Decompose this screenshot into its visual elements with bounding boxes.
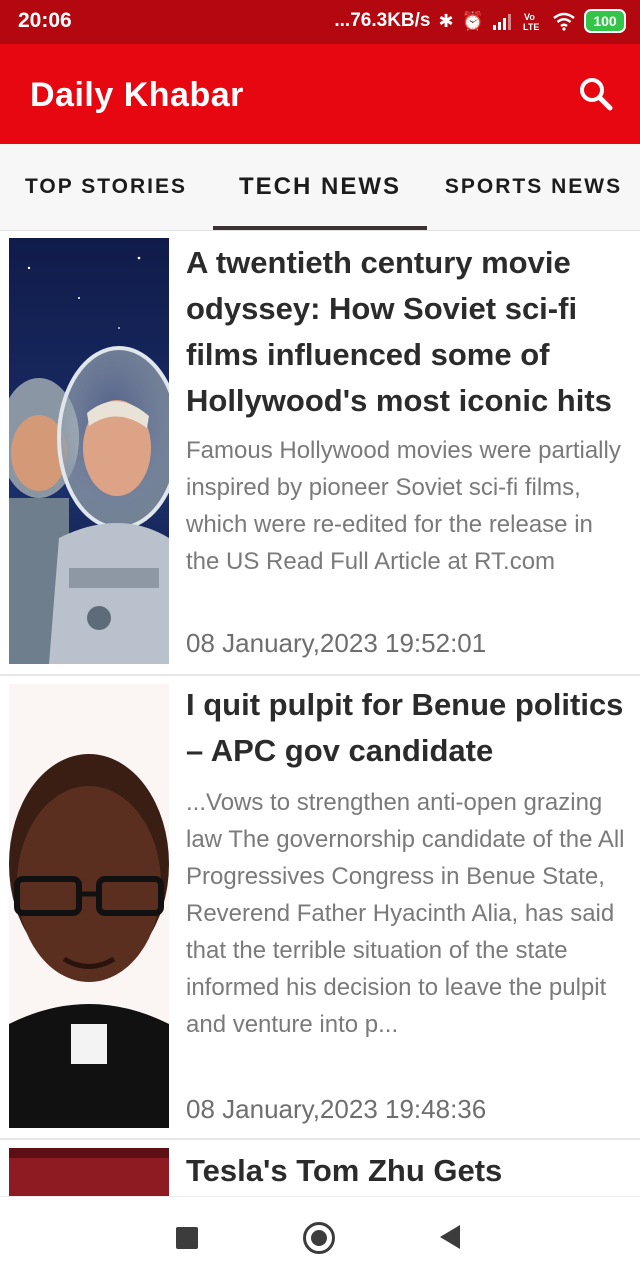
wifi-icon [553, 12, 575, 31]
status-icons: ...76.3KB/s ✱ ⏰ Vo LTE 100 [334, 9, 626, 33]
article-item[interactable]: I quit pulpit for Benue politics – APC g… [0, 676, 640, 1140]
recents-button[interactable] [176, 1227, 198, 1249]
alarm-icon: ⏰ [461, 11, 484, 31]
article-description: ...Vows to strengthen anti-open grazing … [186, 789, 625, 1038]
article-title[interactable]: I quit pulpit for Benue politics – APC g… [186, 682, 626, 774]
system-nav-bar [0, 1196, 640, 1281]
tab-sports-news[interactable]: SPORTS NEWS [427, 144, 640, 230]
battery-icon: 100 [584, 9, 626, 33]
signal-icon [493, 14, 511, 30]
tab-top-stories[interactable]: TOP STORIES [0, 144, 212, 230]
network-speed: ...76.3KB/s [334, 10, 431, 31]
volte-icon: Vo LTE [523, 12, 539, 32]
status-bar: 20:06 ...76.3KB/s ✱ ⏰ Vo LTE 100 [0, 0, 640, 44]
article-item[interactable]: Tesla's Tom Zhu Gets [0, 1140, 640, 1196]
svg-text:LTE: LTE [523, 22, 539, 32]
article-thumbnail [9, 1148, 169, 1196]
article-description: Famous Hollywood movies were partially i… [186, 437, 621, 575]
status-time: 20:06 [18, 9, 72, 32]
tab-tech-news[interactable]: TECH NEWS [213, 144, 427, 230]
article-title[interactable]: Tesla's Tom Zhu Gets [186, 1148, 626, 1194]
svg-text:Vo: Vo [524, 12, 535, 22]
app-title: Daily Khabar [30, 76, 244, 114]
article-thumbnail [9, 238, 169, 664]
article-date: 08 January,2023 19:48:36 [186, 1094, 487, 1124]
tab-bar: TOP STORIES TECH NEWS SPORTS NEWS [0, 144, 640, 231]
back-button[interactable] [440, 1225, 460, 1249]
article-title[interactable]: A twentieth century movie odyssey: How S… [186, 240, 626, 424]
home-button[interactable] [303, 1222, 335, 1254]
article-thumbnail [9, 684, 169, 1128]
app-bar: Daily Khabar [0, 44, 640, 144]
article-item[interactable]: A twentieth century movie odyssey: How S… [0, 230, 640, 676]
article-date: 08 January,2023 19:52:01 [186, 628, 487, 658]
bluetooth-icon: ✱ [438, 11, 454, 31]
search-icon[interactable] [576, 74, 616, 114]
